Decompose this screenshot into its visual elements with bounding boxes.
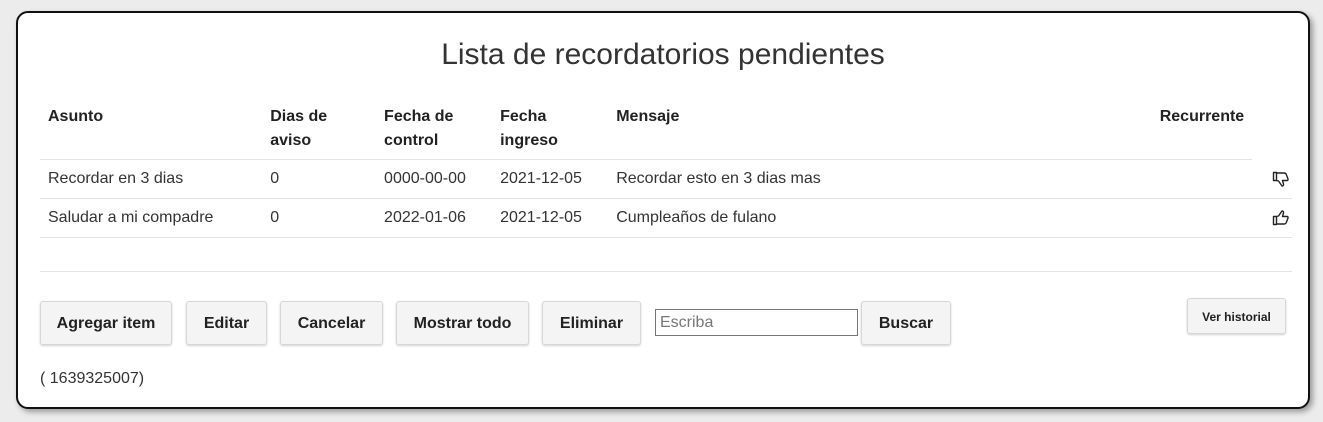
- page-title: Lista de recordatorios pendientes: [441, 38, 885, 71]
- header-dias-aviso: Dias de aviso: [262, 101, 377, 160]
- search-input[interactable]: [655, 309, 858, 336]
- table-row[interactable]: Saludar a mi compadre 0 2022-01-06 2021-…: [40, 198, 1292, 238]
- cell-recurrente: [1144, 159, 1253, 199]
- cell-asunto: Recordar en 3 dias: [40, 159, 263, 199]
- reminders-table: Asunto Dias de aviso Fecha de control Fech…: [40, 101, 1292, 238]
- header-spacer: [1252, 101, 1292, 160]
- buscar-button[interactable]: Buscar: [861, 301, 951, 345]
- header-asunto: Asunto: [40, 101, 263, 160]
- editar-button[interactable]: Editar: [186, 301, 267, 345]
- header-fecha-ingreso: Fecha ingreso: [492, 101, 609, 160]
- cell-recurrente-icon: [1252, 198, 1292, 238]
- cancelar-button[interactable]: Cancelar: [280, 301, 383, 345]
- header-mensaje: Mensaje: [608, 101, 1145, 160]
- header-recurrente: Recurrente: [1144, 101, 1253, 160]
- cell-dias: 0: [262, 159, 377, 199]
- mostrar-todo-button[interactable]: Mostrar todo: [396, 301, 529, 345]
- cell-fecha-control: 2022-01-06: [376, 198, 493, 238]
- eliminar-button[interactable]: Eliminar: [542, 301, 641, 345]
- ver-historial-button[interactable]: Ver historial: [1187, 298, 1286, 334]
- record-id-text: ( 1639325007): [40, 370, 145, 387]
- reminders-panel: Lista de recordatorios pendientes Asunto…: [16, 11, 1310, 409]
- cell-fecha-ingreso: 2021-12-05: [492, 159, 609, 199]
- cell-dias: 0: [262, 198, 377, 238]
- table-header-row: Asunto Dias de aviso Fecha de control Fech…: [40, 101, 1292, 160]
- thumbs-down-icon[interactable]: [1272, 170, 1290, 188]
- cell-recurrente-icon: [1252, 159, 1292, 199]
- cell-mensaje: Recordar esto en 3 dias mas: [608, 159, 1145, 199]
- cell-fecha-ingreso: 2021-12-05: [492, 198, 609, 238]
- cell-fecha-control: 0000-00-00: [376, 159, 493, 199]
- cell-mensaje: Cumpleaños de fulano: [608, 198, 1145, 238]
- thumbs-up-icon[interactable]: [1272, 209, 1290, 227]
- table-row[interactable]: Recordar en 3 dias 0 0000-00-00 2021-12-…: [40, 159, 1292, 199]
- section-divider: [40, 271, 1292, 272]
- cell-asunto: Saludar a mi compadre: [40, 198, 263, 238]
- header-fecha-control: Fecha de control: [376, 101, 493, 160]
- agregar-item-button[interactable]: Agregar item: [40, 301, 172, 345]
- cell-recurrente: [1144, 198, 1253, 238]
